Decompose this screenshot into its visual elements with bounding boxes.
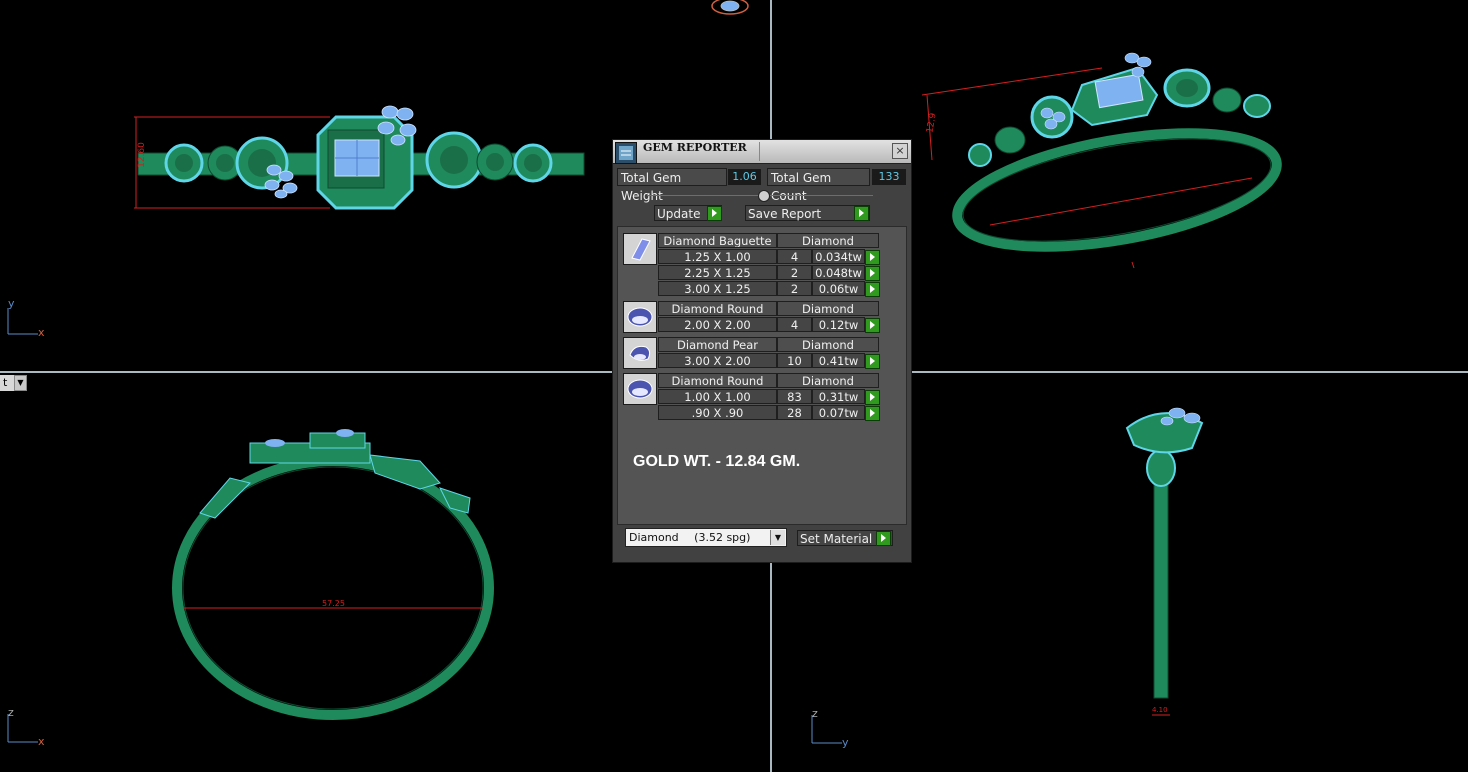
chevron-down-icon[interactable]: ▼ [770,530,785,545]
gem-weight: 0.31tw [812,389,865,404]
total-gem-weight-value: 1.06 [728,169,761,185]
gem-reporter-app-icon [615,142,637,164]
material-select-name: Diamond [629,531,679,544]
axis-x-label: x [38,326,45,339]
select-gems-arrow-icon[interactable] [865,406,880,421]
axis-x-label: x [38,735,45,748]
gem-count: 4 [777,317,812,332]
gem-size: 3.00 X 1.25 [658,281,777,296]
gem-count: 28 [777,405,812,420]
set-material-label: Set Material [800,532,873,546]
gem-size: 1.25 X 1.00 [658,249,777,264]
gold-weight-note: GOLD WT. - 12.84 GM. [633,453,801,470]
select-gems-arrow-icon[interactable] [865,318,880,333]
gem-count: 4 [777,249,812,264]
axis-z-label: z [8,706,14,719]
gem-type-name: Diamond Pear [658,337,777,352]
gem-size: 1.00 X 1.00 [658,389,777,404]
pear-gem-icon[interactable] [623,337,657,369]
gem-reporter-panel: GEM REPORTER × Total Gem Weight 1.06 Tot… [612,139,912,563]
select-gems-arrow-icon[interactable] [865,282,880,297]
gem-count: 10 [777,353,812,368]
gem-weight: 0.034tw [812,249,865,264]
viewport-mode-label: t [0,375,14,391]
gem-material: Diamond [777,233,879,248]
gem-reporter-titlebar[interactable]: GEM REPORTER × [613,140,911,164]
play-arrow-icon [707,206,722,221]
gem-material: Diamond [777,373,879,388]
material-select-spg: (3.52 spg) [694,531,751,544]
gem-count: 2 [777,265,812,280]
select-gems-arrow-icon[interactable] [865,390,880,405]
gem-weight: 0.06tw [812,281,865,296]
axis-y-label: y [842,736,849,749]
total-gem-count-value: 133 [872,169,906,185]
material-select[interactable]: Diamond (3.52 spg) ▼ [625,528,787,547]
title-separator [759,142,760,161]
gem-type-name: Diamond Round [658,301,777,316]
gem-type-name: Diamond Baguette [658,233,777,248]
gem-weight: 0.12tw [812,317,865,332]
gem-count: 2 [777,281,812,296]
set-material-button[interactable]: Set Material [797,530,893,546]
axis-z-label: z [812,707,818,720]
gem-size: .90 X .90 [658,405,777,420]
gem-size: 3.00 X 2.00 [658,353,777,368]
update-button[interactable]: Update [654,205,722,221]
total-gem-count-label: Total Gem Count [767,168,870,203]
gem-weight: 0.048tw [812,265,865,280]
gem-weight: 0.41tw [812,353,865,368]
select-gems-arrow-icon[interactable] [865,250,880,265]
panel-title: GEM REPORTER [643,141,747,154]
viewport-mode-dropdown[interactable]: t ▼ [0,375,27,391]
chevron-down-icon[interactable]: ▼ [14,375,27,391]
gem-list: Diamond Baguette Diamond 1.25 X 1.00 4 0… [617,226,907,525]
round-gem-icon[interactable] [623,373,657,405]
gem-weight: 0.07tw [812,405,865,420]
play-arrow-icon [854,206,869,221]
update-label: Update [657,207,701,221]
gem-material: Diamond [777,301,879,316]
panel-splitter-handle[interactable] [758,190,770,202]
dimension-label-thickness: 4.10 [1152,706,1168,714]
save-report-label: Save Report [748,207,822,221]
close-button[interactable]: × [892,143,908,159]
select-gems-arrow-icon[interactable] [865,266,880,281]
gem-count: 83 [777,389,812,404]
round-gem-icon[interactable] [623,301,657,333]
dimension-label-height: 12.60 [136,142,147,168]
dimension-label-width: 57.25 [322,599,345,608]
select-gems-arrow-icon[interactable] [865,354,880,369]
play-arrow-icon [876,531,891,546]
gem-size: 2.00 X 2.00 [658,317,777,332]
baguette-gem-icon[interactable] [623,233,657,265]
gem-type-name: Diamond Round [658,373,777,388]
total-gem-weight-label: Total Gem Weight [617,168,727,203]
gem-size: 2.25 X 1.25 [658,265,777,280]
axis-y-label: y [8,297,15,310]
save-report-button[interactable]: Save Report [745,205,870,221]
gem-material: Diamond [777,337,879,352]
